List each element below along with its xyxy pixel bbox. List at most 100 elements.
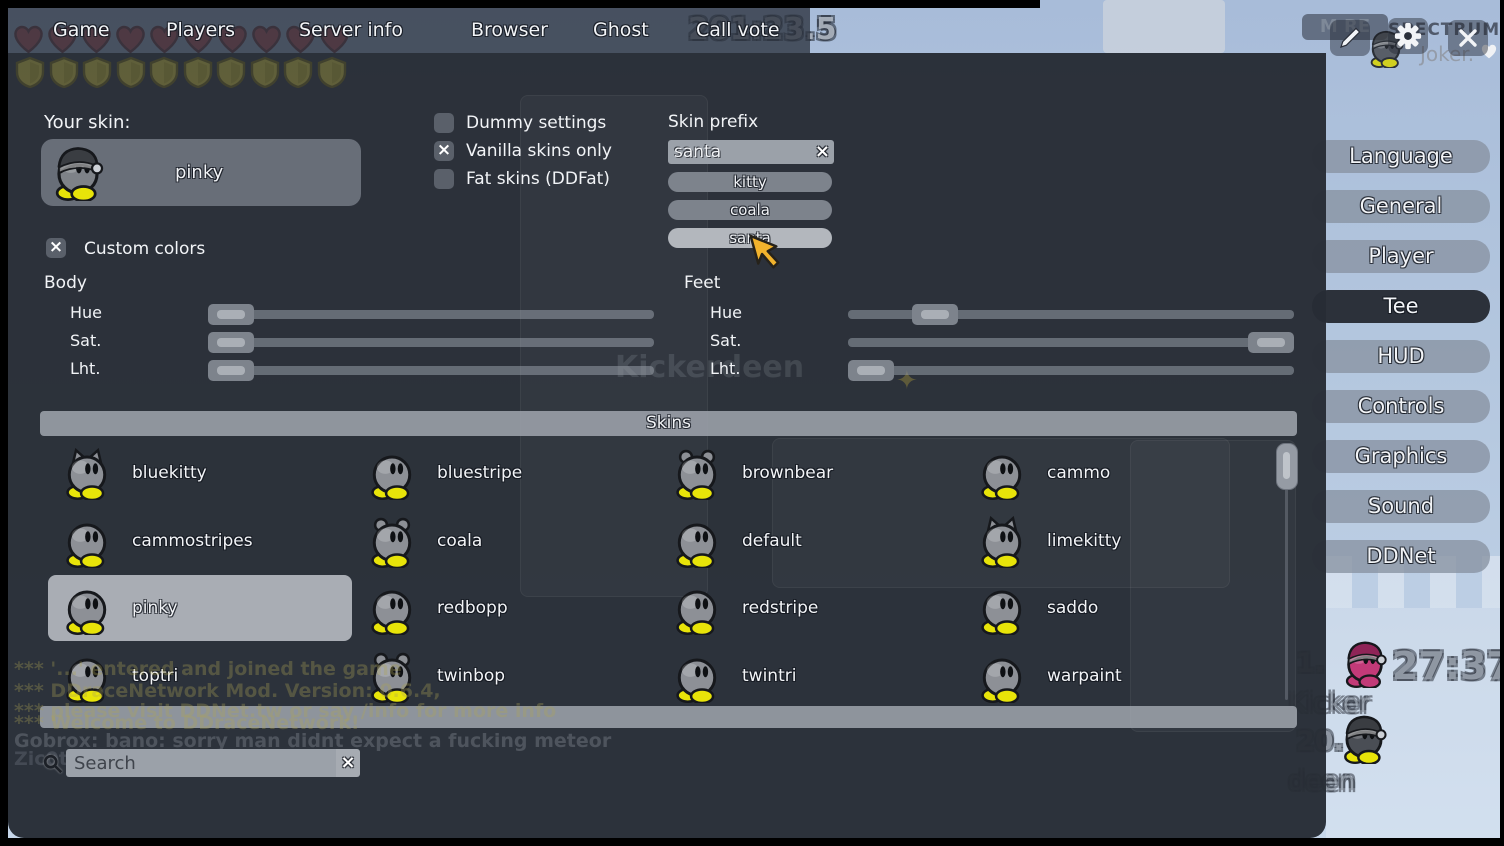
tee-icon [670,649,724,703]
tab-player[interactable]: Player [1312,240,1490,273]
ghost-chat-line: *** '...' entered and joined the game [14,658,402,680]
feet-sat-slider-track[interactable] [848,338,1294,347]
tee-icon [365,581,419,635]
tab-hud[interactable]: HUD [1312,340,1490,373]
toggle-label: Fat skins (DDFat) [466,169,610,189]
skin-item-bluekitty[interactable]: bluekitty [48,440,352,506]
skin-name: redbopp [437,575,508,641]
skin-item-twintri[interactable]: twintri [658,643,962,709]
edit-button[interactable] [1330,20,1370,56]
tab-controls[interactable]: Controls [1312,390,1490,423]
skin-item-redstripe[interactable]: redstripe [658,575,962,641]
toggle-checkbox-fat[interactable] [434,169,454,189]
custom-colors-label: Custom colors [84,239,205,259]
slider-label-lht: Lht. [70,359,100,378]
tab-sound[interactable]: Sound [1312,490,1490,523]
menu-item-game[interactable]: Game [53,7,110,53]
ghost-chat-line: *** DDraceNetwork Mod. Version: 0.6.4, [14,680,441,702]
search-input[interactable] [66,749,336,777]
settings-button[interactable] [1388,18,1428,54]
skin-name: cammo [1047,440,1110,506]
skin-item-limekitty[interactable]: limekitty [963,508,1267,574]
menu-item-players[interactable]: Players [166,7,235,53]
skin-item-default[interactable]: default [658,508,962,574]
shield-icon [148,56,180,92]
skin-name: twinbop [437,643,505,709]
skin-prefix-input[interactable] [668,140,814,164]
search-clear-icon[interactable]: × [336,749,360,777]
ddnet-settings-screen: 1. 27:37Kicker20. deen M RE SPECTRUM [0,0,1504,846]
tee-icon [365,514,419,568]
skin-prefix-preset-coala[interactable]: coala [668,200,832,220]
skin-item-redbopp[interactable]: redbopp [353,575,657,641]
tab-language[interactable]: Language [1312,140,1490,173]
slider-label-hue: Hue [710,303,742,322]
close-icon [1458,28,1478,48]
body-lht-slider-track[interactable] [208,366,654,375]
body-hue-slider-track[interactable] [208,310,654,319]
skin-prefix-clear-icon[interactable]: × [815,141,830,162]
toggle-checkbox-dummy[interactable] [434,113,454,133]
scoreboard-tee-icon [1338,712,1390,768]
menu-item-ghost[interactable]: Ghost [593,7,649,53]
skin-item-saddo[interactable]: saddo [963,575,1267,641]
pencil-icon [1338,26,1362,50]
scoreboard-tee-icon [1340,638,1390,692]
toggle-checkbox-vanilla[interactable]: × [434,141,454,161]
current-skin-tee-icon [49,143,107,205]
skin-name: default [742,508,802,574]
shield-icon [282,56,314,92]
skin-item-cammo[interactable]: cammo [963,440,1267,506]
slider-label-hue: Hue [70,303,102,322]
skin-item-pinky[interactable]: pinky [48,575,352,641]
skin-item-coala[interactable]: coala [353,508,657,574]
background-map-tile-column [1103,0,1225,53]
feet-sat-slider-handle[interactable] [1248,332,1294,353]
tab-tee[interactable]: Tee [1312,290,1490,323]
tee-icon [60,514,114,568]
skin-item-bluestripe[interactable]: bluestripe [353,440,657,506]
menu-item-browser[interactable]: Browser [471,7,548,53]
gear-icon [1393,21,1423,51]
shield-icon [316,56,348,92]
tab-graphics[interactable]: Graphics [1312,440,1490,473]
frame-left [0,0,8,846]
body-hue-slider-handle[interactable] [208,304,254,325]
skin-item-cammostripes[interactable]: cammostripes [48,508,352,574]
tee-icon [60,446,114,500]
frame-top [0,0,1040,8]
skin-prefix-preset-kitty[interactable]: kitty [668,172,832,192]
skin-name: bluekitty [132,440,207,506]
body-lht-slider-handle[interactable] [208,360,254,381]
custom-colors-checkbox[interactable]: × [46,238,66,258]
skins-scrollbar-thumb[interactable] [1276,443,1298,490]
skin-item-brownbear[interactable]: brownbear [658,440,962,506]
close-button[interactable] [1448,20,1488,56]
toggle-label: Dummy settings [466,113,606,133]
tee-icon [60,581,114,635]
tab-general[interactable]: General [1312,190,1490,223]
frame-bottom [0,838,1504,846]
menu-item-server-info[interactable]: Server info [299,7,403,53]
skin-prefix-label: Skin prefix [668,112,758,132]
shield-icon [115,56,147,92]
skin-name: coala [437,508,482,574]
feet-hue-slider-handle[interactable] [912,304,958,325]
tab-ddnet[interactable]: DDNet [1312,540,1490,573]
menu-item-call-vote[interactable]: Call vote [696,7,780,53]
tee-icon [365,446,419,500]
body-sat-slider-handle[interactable] [208,332,254,353]
current-skin-preview[interactable]: pinky [41,139,361,206]
skin-name: twintri [742,643,796,709]
feet-lht-slider-track[interactable] [848,366,1294,375]
feet-lht-slider-handle[interactable] [848,360,894,381]
current-skin-name: pinky [175,139,223,206]
skin-name: redstripe [742,575,818,641]
skin-name: pinky [132,575,178,641]
skin-item-warpaint[interactable]: warpaint [963,643,1267,709]
feet-section-label: Feet [684,273,720,293]
toggle-label: Vanilla skins only [466,141,612,161]
skin-name: saddo [1047,575,1098,641]
skin-name: warpaint [1047,643,1122,709]
body-sat-slider-track[interactable] [208,338,654,347]
